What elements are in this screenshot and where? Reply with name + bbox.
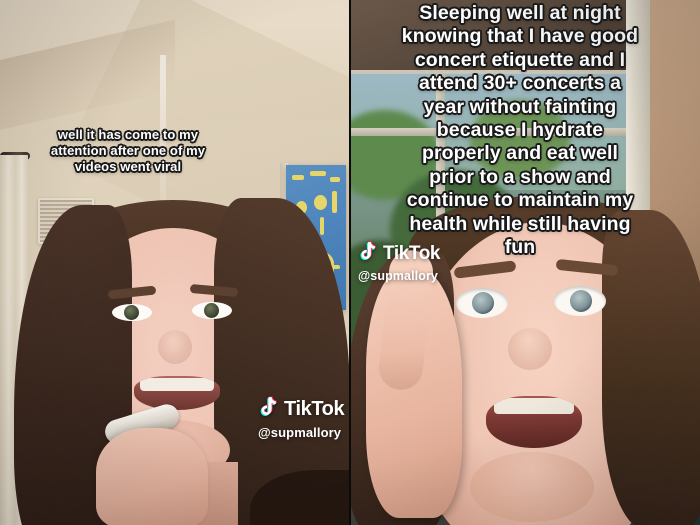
tiktok-brand-label: TikTok: [284, 398, 345, 420]
right-subject-eye-right: [554, 286, 606, 316]
left-subject-eye-right: [192, 302, 232, 319]
left-subject-eye-left: [112, 304, 152, 321]
tiktok-handle-label: @supmallory: [258, 425, 342, 440]
caption-line: prior to a show and: [429, 165, 611, 188]
caption-line: attention after one of my: [50, 142, 206, 158]
caption-line: because I hydrate: [436, 118, 604, 141]
video-panel-left[interactable]: well it has come to my attention after o…: [0, 0, 350, 525]
caption-line: health while still having: [409, 212, 631, 235]
left-subject-mouth: [134, 376, 220, 410]
caption-line: Sleeping well at night: [419, 2, 621, 24]
right-subject-eye-left: [456, 288, 508, 318]
tiktok-handle-label: @supmallory: [358, 269, 438, 283]
tiktok-watermark-right: TikTok @supmallory: [358, 241, 440, 283]
left-subject-nose: [158, 330, 192, 364]
tiktok-note-icon: [358, 241, 377, 267]
right-subject-nose: [508, 328, 552, 370]
caption-line: videos went viral: [74, 158, 182, 174]
tiktok-watermark-left: TikTok @supmallory: [258, 396, 345, 440]
caption-line: continue to maintain my: [406, 189, 634, 212]
caption-line: well it has come to my: [57, 127, 199, 142]
right-subject-chin: [470, 452, 594, 522]
tiktok-brand-label: TikTok: [383, 243, 441, 264]
left-subject-hand: [96, 428, 208, 525]
caption-overlay-right: Sleeping well at night knowing that I ha…: [370, 2, 670, 259]
panel-divider: [349, 0, 351, 525]
caption-line: properly and eat well: [421, 142, 619, 165]
screenshot-stage: well it has come to my attention after o…: [0, 0, 700, 525]
caption-line: concert etiquette and I: [414, 48, 626, 71]
caption-overlay-left: well it has come to my attention after o…: [28, 127, 228, 175]
caption-line: year without fainting: [423, 95, 617, 118]
right-subject-teeth: [494, 398, 574, 414]
caption-line: knowing that I have good: [401, 25, 639, 48]
right-subject-mouth: [486, 396, 582, 448]
caption-line: attend 30+ concerts a: [418, 72, 622, 95]
left-subject-teeth: [140, 378, 214, 391]
tiktok-note-icon: [258, 396, 278, 423]
